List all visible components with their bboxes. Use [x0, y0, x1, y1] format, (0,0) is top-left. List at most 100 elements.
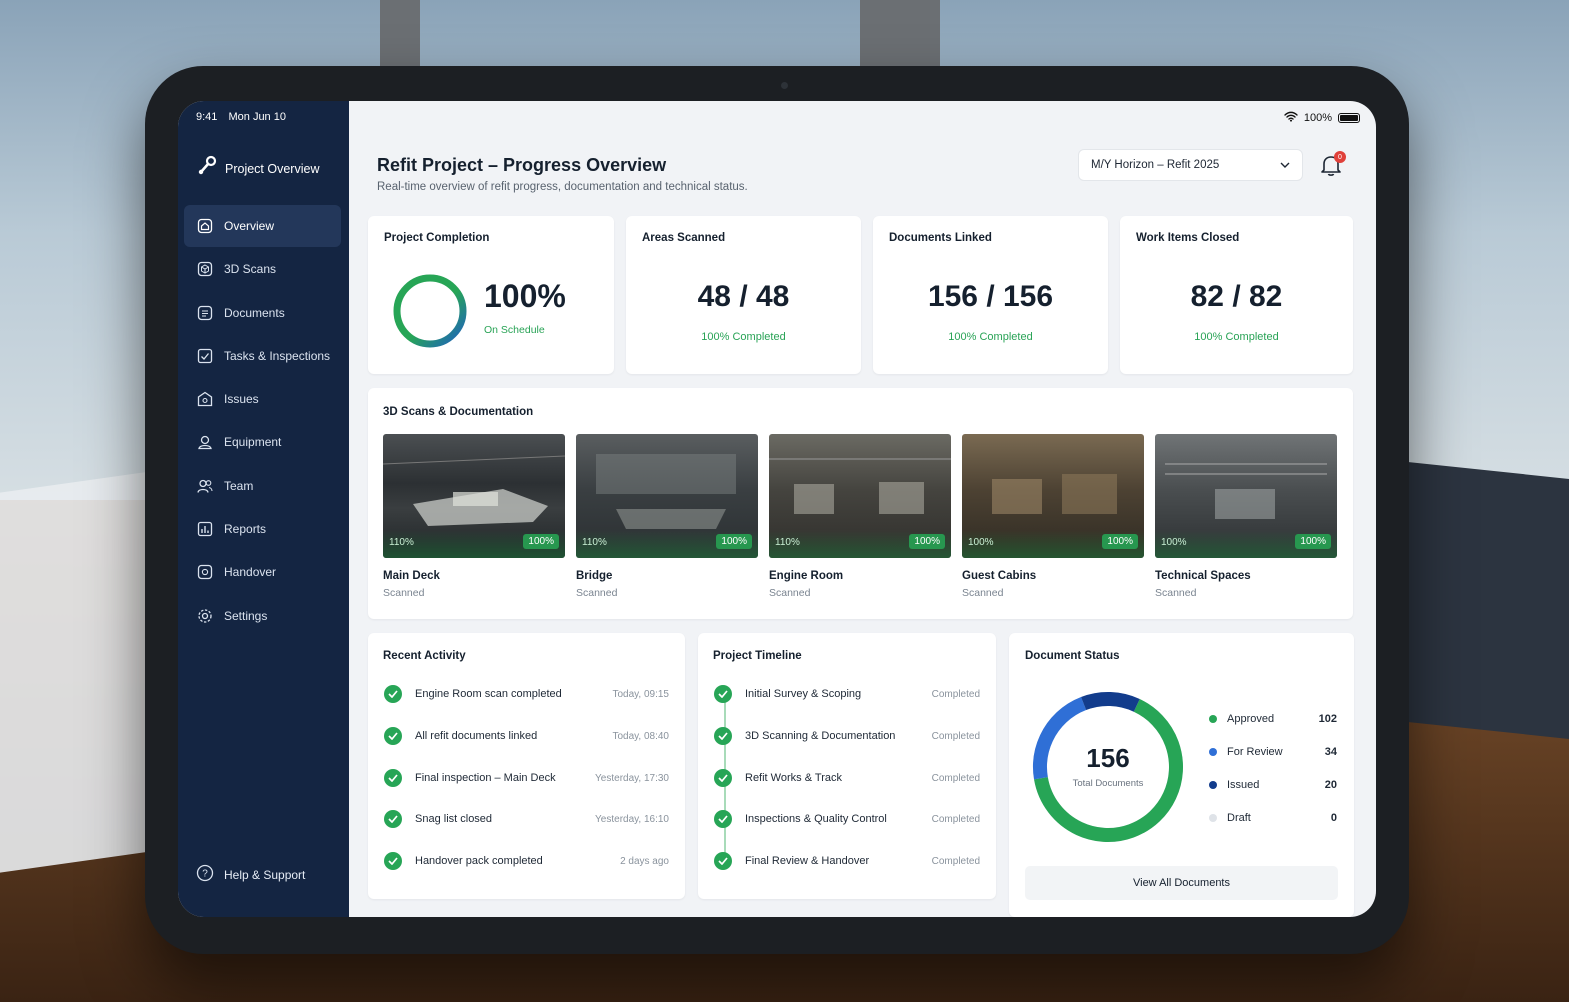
sidebar-item-3d-scans[interactable]: 3D Scans	[184, 248, 341, 290]
check-circle-icon	[714, 727, 732, 745]
scan-tile-guest-cabins[interactable]: 100% 100% Guest Cabins Scanned	[962, 434, 1144, 599]
timeline-item[interactable]: Refit Works & Track Completed	[714, 768, 980, 788]
view-all-documents-button[interactable]: View All Documents	[1025, 866, 1338, 900]
sidebar-item-overview[interactable]: Overview	[184, 205, 341, 247]
bell-icon	[1320, 156, 1342, 181]
check-circle-icon	[384, 685, 402, 703]
activity-item[interactable]: Snag list closed Yesterday, 16:10	[384, 809, 669, 829]
wifi-icon	[1284, 111, 1298, 125]
status-bar-left: 9:41 Mon Jun 10	[196, 111, 294, 123]
documents-sub: 100% Completed	[948, 331, 1033, 343]
scan-tile-technical-spaces[interactable]: 100% 100% Technical Spaces Scanned	[1155, 434, 1337, 599]
timeline-item[interactable]: Initial Survey & Scoping Completed	[714, 684, 980, 704]
alert-icon	[196, 390, 214, 408]
activity-item[interactable]: Engine Room scan completed Today, 09:15	[384, 684, 669, 704]
card-title: Document Status	[1025, 650, 1120, 662]
scan-name: Bridge	[576, 570, 613, 582]
legend-label: For Review	[1227, 746, 1283, 758]
sidebar-item-handover[interactable]: Handover	[184, 551, 341, 593]
sidebar-item-settings[interactable]: Settings	[184, 595, 341, 637]
scan-thumbnail: 100% 100%	[1155, 434, 1337, 558]
scan-badge-left: 100%	[968, 537, 994, 548]
scan-badge-right: 100%	[716, 534, 752, 549]
cube-icon	[196, 260, 214, 278]
activity-label: Snag list closed	[415, 813, 493, 825]
timeline-status: Completed	[931, 730, 980, 742]
sidebar-item-label: Documents	[224, 305, 285, 320]
scan-badge-left: 110%	[582, 537, 607, 548]
work-sub: 100% Completed	[1194, 331, 1279, 343]
reports-icon	[196, 520, 214, 538]
legend-for-review: For Review 34	[1209, 746, 1337, 758]
activity-item[interactable]: All refit documents linked Today, 08:40	[384, 726, 669, 746]
legend-value: 102	[1318, 713, 1337, 725]
legend-value: 0	[1330, 812, 1337, 824]
areas-sub: 100% Completed	[701, 331, 786, 343]
logo-icon	[196, 155, 218, 182]
gear-icon	[196, 607, 214, 625]
page-subtitle: Real-time overview of refit progress, do…	[377, 181, 748, 193]
check-circle-icon	[714, 852, 732, 870]
legend-draft: Draft 0	[1209, 812, 1337, 824]
documents-value: 156 / 156	[927, 280, 1054, 313]
scan-badge-right: 100%	[523, 534, 559, 549]
activity-item[interactable]: Handover pack completed 2 days ago	[384, 851, 669, 871]
notifications-button[interactable]: 0	[1320, 151, 1346, 181]
activity-time: Yesterday, 17:30	[595, 772, 669, 784]
donut-total-label: Total Documents	[1072, 778, 1144, 789]
timeline-item[interactable]: Final Review & Handover Completed	[714, 851, 980, 871]
timeline-status: Completed	[931, 855, 980, 867]
card-title: Recent Activity	[383, 650, 466, 662]
vessel-select-value: M/Y Horizon – Refit 2025	[1091, 159, 1220, 171]
sidebar-item-equipment[interactable]: Equipment	[184, 421, 341, 463]
svg-text:?: ?	[202, 869, 208, 880]
card-title: Project Completion	[384, 232, 490, 244]
brand-title: Project Overview	[225, 161, 320, 176]
activity-label: All refit documents linked	[415, 730, 538, 742]
timeline-item[interactable]: Inspections & Quality Control Completed	[714, 809, 980, 829]
timeline-item[interactable]: 3D Scanning & Documentation Completed	[714, 726, 980, 746]
sidebar-item-label: Settings	[224, 608, 268, 623]
scan-badge-left: 110%	[389, 537, 414, 548]
checklist-icon	[196, 347, 214, 365]
legend-value: 34	[1324, 746, 1337, 758]
project-timeline-card: Project Timeline Initial Survey & Scopin…	[698, 633, 996, 899]
scan-thumbnail: 100% 100%	[962, 434, 1144, 558]
check-circle-icon	[384, 810, 402, 828]
sidebar-item-team[interactable]: Team	[184, 465, 341, 507]
completion-ring	[393, 274, 467, 348]
card-title: Project Timeline	[713, 650, 802, 662]
sidebar-item-label: Handover	[224, 565, 277, 580]
brand[interactable]: Project Overview	[196, 155, 319, 182]
activity-item[interactable]: Final inspection – Main Deck Yesterday, …	[384, 768, 669, 788]
work-value: 82 / 82	[1190, 280, 1283, 313]
sidebar-item-label: Issues	[224, 392, 259, 407]
scan-tile-main-deck[interactable]: 110% 100% Main Deck Scanned	[383, 434, 565, 599]
recent-activity-card: Recent Activity Engine Room scan complet…	[368, 633, 685, 899]
check-circle-icon	[714, 810, 732, 828]
sidebar-item-tasks[interactable]: Tasks & Inspections	[184, 335, 341, 377]
legend-approved: Approved 102	[1209, 713, 1337, 725]
vessel-select[interactable]: M/Y Horizon – Refit 2025	[1078, 149, 1303, 181]
documents-linked-card: Documents Linked 156 / 156 100% Complete…	[873, 216, 1108, 374]
battery-percent: 100%	[1303, 112, 1332, 124]
document-status-card: Document Status 156 Total Documents Appr…	[1009, 633, 1354, 917]
timeline-status: Completed	[931, 688, 980, 700]
scan-tile-engine-room[interactable]: 110% 100% Engine Room Scanned	[769, 434, 951, 599]
timeline-label: Initial Survey & Scoping	[745, 688, 862, 700]
sidebar-item-reports[interactable]: Reports	[184, 508, 341, 550]
sidebar-item-issues[interactable]: Issues	[184, 378, 341, 420]
sidebar-item-label: Team	[224, 478, 254, 493]
sidebar-item-documents[interactable]: Documents	[184, 292, 341, 334]
help-support-link[interactable]: ? Help & Support	[196, 864, 305, 885]
activity-time: Today, 09:15	[612, 688, 669, 700]
timeline-status: Completed	[931, 772, 980, 784]
legend-dot	[1209, 715, 1217, 723]
main-content: 100% Refit Project – Progress Overview R…	[349, 101, 1376, 917]
legend-value: 20	[1324, 779, 1337, 791]
legend-issued: Issued 20	[1209, 779, 1337, 791]
scan-tile-bridge[interactable]: 110% 100% Bridge Scanned	[576, 434, 758, 599]
legend-dot	[1209, 814, 1217, 822]
timeline-label: Refit Works & Track	[745, 772, 842, 784]
status-time: 9:41	[196, 111, 218, 123]
